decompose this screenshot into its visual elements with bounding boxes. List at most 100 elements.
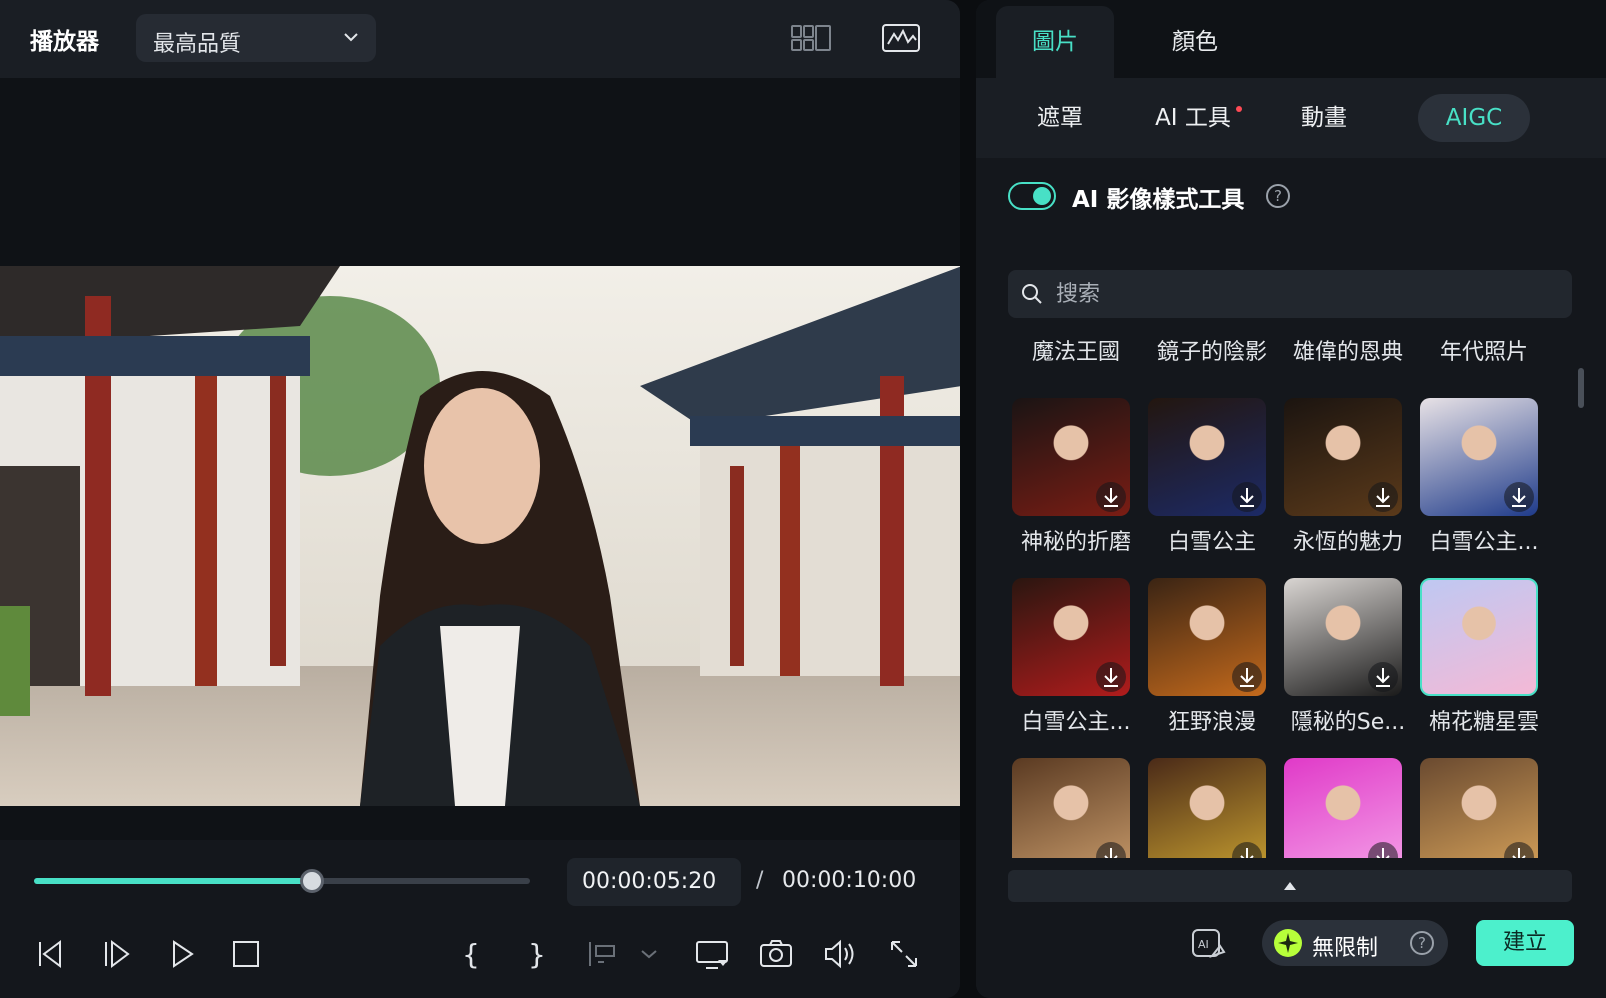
tab-images[interactable]: 圖片 [996,6,1114,78]
style-tile[interactable]: 隱秘的Se... [1284,578,1405,736]
style-label: 白雪公主 [1167,530,1256,555]
fullscreen-icon[interactable] [886,936,922,972]
style-tile[interactable]: 年代照片 [1420,328,1538,366]
search-input[interactable] [1056,278,1556,310]
style-thumbnail[interactable] [1284,758,1402,858]
aigc-content: AI 影像樣式工具 ? 魔法王國 鏡子的陰影雄偉的恩典 年代照片神秘的折磨 白雪公主 永… [976,158,1606,998]
volume-icon[interactable] [822,936,858,972]
mark-out-icon[interactable]: } [518,936,554,972]
style-tile[interactable]: 狂野浪漫 [1148,578,1266,736]
style-thumbnail[interactable] [1012,578,1130,696]
style-thumbnail[interactable] [1420,758,1538,858]
play-icon[interactable] [164,936,200,972]
style-thumbnail[interactable] [1420,578,1538,696]
chevron-down-icon [344,33,358,42]
time-separator: / [756,868,764,893]
subtab-ai-tools[interactable]: AI 工具 [1138,94,1248,142]
style-label: 魔法王國 [1031,340,1120,365]
style-tile[interactable]: 神秘的折磨 [1012,398,1131,556]
progress-scrubber[interactable] [299,869,324,893]
style-label: 鏡子的陰影 [1156,340,1267,365]
style-tile[interactable]: 白雪公主 [1148,398,1266,556]
download-icon[interactable] [1232,662,1262,692]
style-tile[interactable] [1284,758,1402,858]
style-tile[interactable] [1012,758,1130,858]
new-indicator-dot [1236,106,1242,112]
download-icon[interactable] [1504,482,1534,512]
style-tile[interactable]: 鏡子的陰影 [1148,328,1267,366]
style-label: 雄偉的恩典 [1292,340,1403,365]
playback-progress-bar[interactable] [34,869,530,893]
player-panel: 播放器 最高品質 00:00:05:20 / 00:00:10:00 {} [0,0,960,998]
progress-fill [34,878,312,884]
style-label: 年代照片 [1439,340,1528,365]
style-thumbnail[interactable] [1012,758,1130,858]
subtab-ai-tools-label: AI 工具 [1155,105,1231,131]
effects-panel: 圖片 顏色 遮罩 AI 工具 動畫 AIGC AI 影像樣式工具 ? 魔法王國 鏡… [976,0,1606,998]
tab-colors[interactable]: 顏色 [1136,6,1254,78]
style-label: 隱秘的Se... [1290,710,1406,735]
ai-style-toggle[interactable] [1008,182,1056,210]
sub-tabs: 遮罩 AI 工具 動畫 AIGC [976,78,1606,158]
style-thumbnail[interactable] [1148,578,1266,696]
download-icon[interactable] [1096,842,1126,858]
next-frame-icon[interactable] [100,936,136,972]
style-tile[interactable] [1420,758,1538,858]
svg-text:AI: AI [1198,938,1209,951]
unlimited-credits-badge[interactable]: 無限制 ? [1262,920,1448,966]
style-search[interactable] [1008,270,1572,318]
create-button[interactable]: 建立 [1476,920,1574,966]
style-tile[interactable]: 雄偉的恩典 [1284,328,1403,366]
download-icon[interactable] [1368,662,1398,692]
subtab-animation[interactable]: 動畫 [1274,94,1374,142]
snapshot-camera-icon[interactable] [758,936,794,972]
style-label: 白雪公主... [1021,710,1131,735]
style-tile[interactable]: 魔法王國 [1012,328,1130,366]
style-thumbnail[interactable] [1284,398,1402,516]
sparkle-icon [1274,929,1302,957]
insert-clip-icon[interactable] [584,936,620,972]
download-icon[interactable] [1232,842,1262,858]
download-icon[interactable] [1096,662,1126,692]
top-tabs: 圖片 顏色 [976,0,1606,78]
download-icon[interactable] [1504,842,1534,858]
style-thumbnail[interactable] [1284,578,1402,696]
unlimited-help-icon[interactable]: ? [1410,931,1434,955]
style-tile[interactable]: 白雪公主... [1012,578,1130,736]
preview-area [0,78,960,840]
waveform-monitor-icon[interactable] [880,22,924,56]
subtab-mask[interactable]: 遮罩 [1010,94,1110,142]
style-tile[interactable]: 棉花糖星雲 [1420,578,1539,736]
unlimited-label: 無限制 [1312,936,1379,961]
insert-options-chevron-icon[interactable] [638,936,660,972]
style-thumbnail[interactable] [1148,758,1266,858]
quality-dropdown[interactable]: 最高品質 [136,14,376,62]
ai-style-tool-title: AI 影像樣式工具 [1072,187,1245,213]
style-thumbnail[interactable] [1148,398,1266,516]
download-icon[interactable] [1232,482,1262,512]
style-thumbnail[interactable] [1420,398,1538,516]
player-controls: 00:00:05:20 / 00:00:10:00 { } [0,840,960,998]
collapse-panel-bar[interactable] [1008,870,1572,902]
previous-frame-icon[interactable] [34,936,70,972]
mark-in-icon[interactable]: { [454,936,490,972]
style-label: 白雪公主... [1429,530,1539,555]
svg-text:{: { [462,938,480,971]
player-header: 播放器 最高品質 [0,0,960,78]
download-icon[interactable] [1368,482,1398,512]
download-icon[interactable] [1096,482,1126,512]
style-tile[interactable]: 永恆的魅力 [1284,398,1403,556]
grid-scrollbar[interactable] [1578,368,1584,408]
style-thumbnail[interactable] [1012,398,1130,516]
style-label: 永恆的魅力 [1292,530,1403,555]
ai-image-icon[interactable]: AI [1190,926,1226,962]
grid-view-icon[interactable] [790,22,834,56]
stop-icon[interactable] [228,936,264,972]
current-timecode-box[interactable]: 00:00:05:20 [567,858,741,906]
download-icon[interactable] [1368,842,1398,858]
subtab-aigc[interactable]: AIGC [1418,94,1530,142]
style-tile[interactable] [1148,758,1266,858]
display-settings-icon[interactable] [694,936,730,972]
help-icon[interactable]: ? [1266,184,1290,208]
style-tile[interactable]: 白雪公主... [1420,398,1538,556]
